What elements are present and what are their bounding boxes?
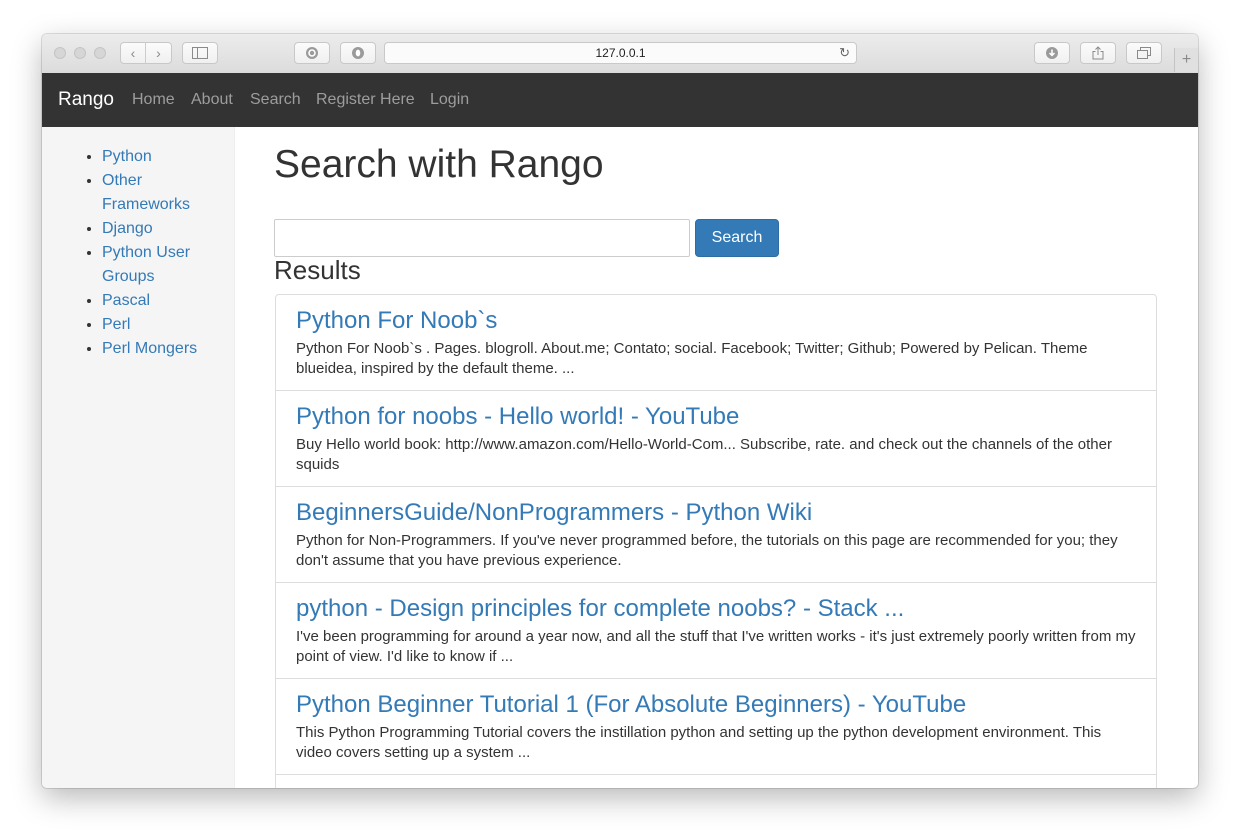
category-list: Python Other Frameworks Django Python Us… — [42, 145, 212, 361]
zoom-window-button[interactable] — [94, 47, 106, 59]
forward-button[interactable]: › — [146, 42, 171, 64]
search-button[interactable]: Search — [695, 219, 779, 257]
reload-icon[interactable]: ↻ — [839, 45, 850, 61]
results-list: Python For Noob`s Python For Noob`s . Pa… — [275, 294, 1157, 788]
nav-link-about[interactable]: About — [191, 91, 233, 109]
result-item: Python for noobs - Hello world! - YouTub… — [275, 390, 1157, 487]
category-link-perl-mongers[interactable]: Perl Mongers — [102, 340, 197, 357]
address-bar[interactable]: 127.0.0.1 ↻ — [384, 42, 857, 64]
page-title: Search with Rango — [274, 143, 604, 186]
category-link-python[interactable]: Python — [102, 148, 152, 165]
result-item: Python For Noob`s Python For Noob`s . Pa… — [275, 294, 1157, 391]
category-link-other-frameworks[interactable]: Other Frameworks — [102, 172, 190, 213]
result-title-link[interactable]: Python For Noob`s — [296, 307, 497, 335]
nav-link-login[interactable]: Login — [430, 91, 469, 109]
chevron-left-icon: ‹ — [130, 45, 136, 61]
navbar: Rango Home About Search Register Here Lo… — [42, 73, 1198, 127]
sidebar: Python Other Frameworks Django Python Us… — [42, 127, 235, 788]
nav-link-search[interactable]: Search — [250, 91, 301, 109]
nav-link-home[interactable]: Home — [132, 91, 175, 109]
results-heading: Results — [274, 255, 361, 285]
result-snippet: I've been programming for around a year … — [296, 628, 1136, 665]
category-item: Django — [102, 217, 212, 241]
downloads-button[interactable] — [1034, 42, 1070, 64]
result-item: BeginnersGuide/NonProgrammers - Python W… — [275, 486, 1157, 583]
browser-toolbar: ‹ › 127.0.0.1 ↻ — [42, 34, 1198, 74]
result-title-link[interactable]: Python Beginner Tutorial 1 (For Absolute… — [296, 691, 966, 719]
category-item: Other Frameworks — [102, 169, 212, 217]
category-item: Perl — [102, 313, 212, 337]
main-content: Search with Rango Search Results Python … — [274, 127, 1198, 788]
category-link-perl[interactable]: Perl — [102, 316, 130, 333]
category-item: Perl Mongers — [102, 337, 212, 361]
sidebar-icon — [192, 47, 208, 59]
result-title-link[interactable]: BeginnersGuide/NonProgrammers - Python W… — [296, 499, 812, 527]
category-item: Python User Groups — [102, 241, 212, 289]
share-button[interactable] — [1080, 42, 1116, 64]
navbar-brand[interactable]: Rango — [58, 89, 114, 111]
extension-button[interactable] — [294, 42, 330, 64]
category-link-django[interactable]: Django — [102, 220, 153, 237]
back-forward-group: ‹ › — [120, 42, 172, 64]
result-snippet: This Python Programming Tutorial covers … — [296, 724, 1102, 761]
new-tab-button[interactable]: + — [1174, 48, 1198, 72]
ghost-icon — [352, 47, 364, 59]
tabs-overview-button[interactable] — [1126, 42, 1162, 64]
result-item: python - Design principles for complete … — [275, 582, 1157, 679]
category-item: Python — [102, 145, 212, 169]
download-icon — [1046, 47, 1058, 59]
result-item: Python Beginner Tutorial 1 (For Absolute… — [275, 678, 1157, 775]
result-snippet: Python For Noob`s . Pages. blogroll. Abo… — [296, 340, 1088, 377]
close-window-button[interactable] — [54, 47, 66, 59]
sidebar-toggle-button[interactable] — [182, 42, 218, 64]
category-link-pascal[interactable]: Pascal — [102, 292, 150, 309]
browser-window: ‹ › 127.0.0.1 ↻ + Rango Home About Searc… — [42, 34, 1198, 788]
result-snippet: Python for Non-Programmers. If you've ne… — [296, 532, 1118, 569]
category-item: Pascal — [102, 289, 212, 313]
back-button[interactable]: ‹ — [121, 42, 147, 64]
result-title-link[interactable]: Python for noobs - Hello world! - YouTub… — [296, 403, 739, 431]
minimize-window-button[interactable] — [74, 47, 86, 59]
extension-c-icon — [306, 47, 318, 59]
address-text: 127.0.0.1 — [595, 46, 646, 60]
search-input[interactable] — [274, 219, 690, 257]
plus-icon: + — [1181, 51, 1192, 68]
ghostery-button[interactable] — [340, 42, 376, 64]
chevron-right-icon: › — [156, 45, 161, 61]
share-icon — [1092, 46, 1104, 60]
result-title-link[interactable]: python - Design principles for complete … — [296, 595, 904, 623]
result-item-partial — [275, 774, 1157, 788]
category-link-python-user-groups[interactable]: Python User Groups — [102, 244, 190, 285]
nav-link-register[interactable]: Register Here — [316, 91, 415, 109]
tabs-icon — [1137, 47, 1151, 59]
result-snippet: Buy Hello world book: http://www.amazon.… — [296, 436, 1112, 473]
